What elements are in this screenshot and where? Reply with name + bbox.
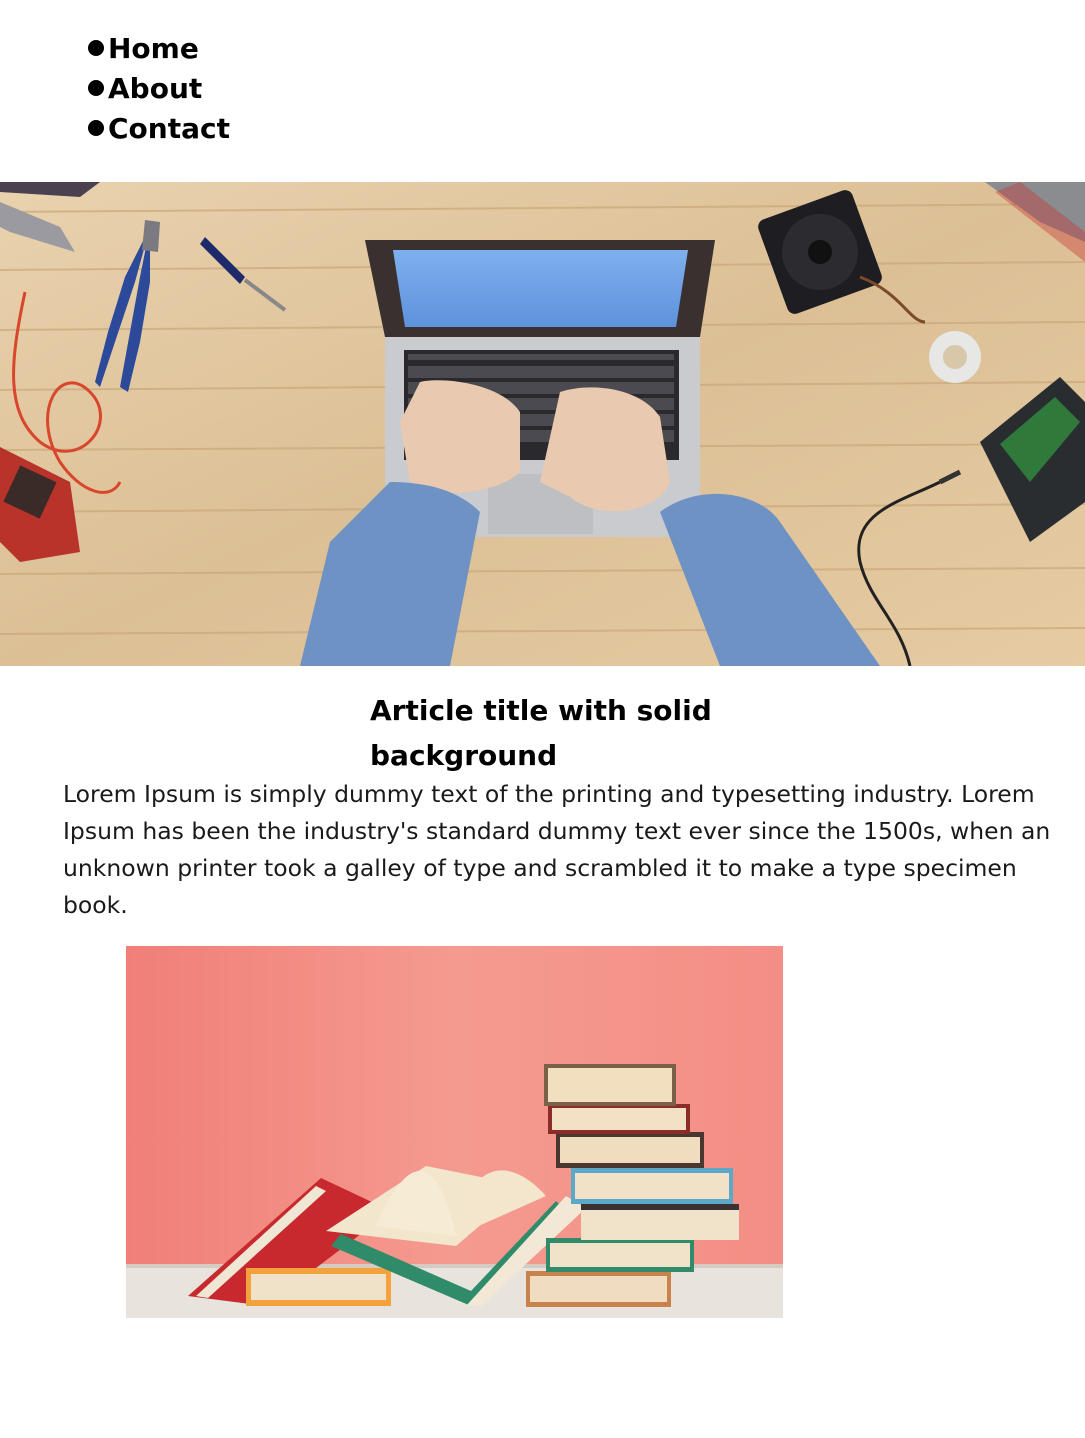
article-title: Article title with solid background — [370, 694, 712, 772]
article-body: Lorem Ipsum is simply dummy text of the … — [63, 780, 1051, 919]
nav-item-home[interactable]: Home — [88, 28, 230, 68]
bullet-icon — [88, 120, 104, 136]
nav-menu: Home About Contact — [88, 28, 230, 148]
nav-item-label: Contact — [108, 111, 230, 145]
nav-item-label: About — [108, 71, 203, 105]
bullet-icon — [88, 80, 104, 96]
laptop-workbench-photo — [0, 182, 1085, 666]
hero-image — [0, 182, 1085, 666]
books-stack-photo — [126, 946, 783, 1318]
nav-item-label: Home — [108, 31, 199, 65]
books-image — [126, 946, 783, 1318]
bullet-icon — [88, 40, 104, 56]
nav-item-contact[interactable]: Contact — [88, 108, 230, 148]
nav-item-about[interactable]: About — [88, 68, 230, 108]
